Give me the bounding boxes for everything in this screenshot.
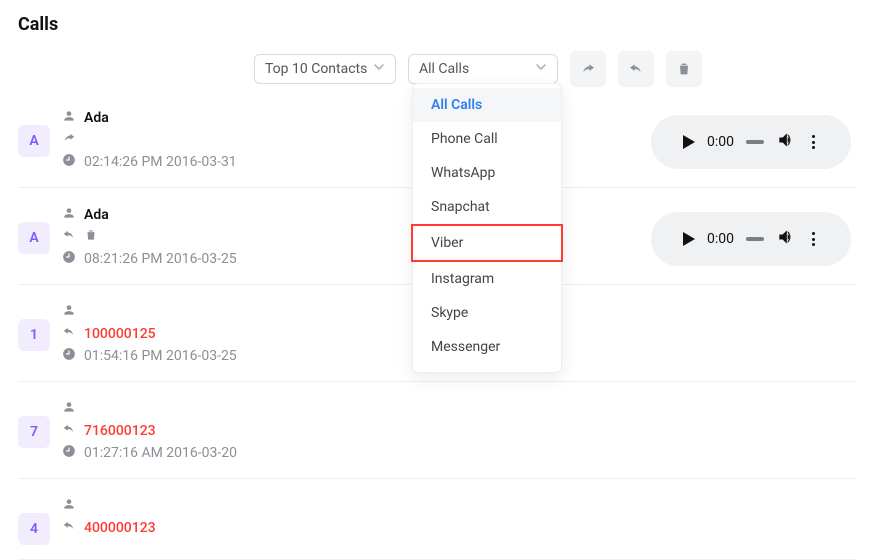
dropdown-item[interactable]: Instagram	[413, 262, 561, 296]
toolbar: Top 10 Contacts All Calls	[254, 51, 857, 87]
avatar: A	[18, 222, 50, 254]
chevron-down-icon	[535, 61, 547, 77]
call-info: Ada 02:14:26 PM 2016-03-31	[62, 107, 651, 173]
outgoing-filter-button[interactable]	[570, 51, 606, 87]
chevron-down-icon	[373, 61, 385, 77]
audio-progress[interactable]	[746, 237, 764, 241]
call-row: 4 400000123	[18, 479, 857, 560]
audio-time: 0:00	[707, 231, 734, 247]
avatar: 4	[18, 513, 50, 545]
incoming-arrow-icon	[62, 228, 76, 246]
dropdown-item[interactable]: Skype	[413, 296, 561, 330]
avatar: 1	[18, 319, 50, 351]
clock-icon	[62, 347, 76, 365]
filter-select[interactable]: All Calls	[408, 54, 558, 84]
dropdown-item[interactable]: Messenger	[413, 330, 561, 364]
contact-name: Ada	[84, 110, 109, 126]
incoming-filter-button[interactable]	[618, 51, 654, 87]
incoming-arrow-icon	[62, 519, 76, 537]
incoming-arrow-icon	[62, 422, 76, 440]
dropdown-item[interactable]: Viber	[411, 224, 563, 262]
trash-icon[interactable]	[84, 228, 98, 246]
play-icon[interactable]	[683, 135, 695, 149]
clock-icon	[62, 444, 76, 462]
contacts-select-label: Top 10 Contacts	[265, 61, 367, 77]
avatar: A	[18, 125, 50, 157]
person-icon	[62, 109, 76, 127]
dropdown-item[interactable]: Phone Call	[413, 122, 561, 156]
contact-name: Ada	[84, 207, 109, 223]
incoming-arrow-icon	[62, 325, 76, 343]
timestamp: 08:21:26 PM 2016-03-25	[84, 251, 237, 267]
call-info: 400000123	[62, 495, 857, 539]
dropdown-item[interactable]: Snapchat	[413, 190, 561, 224]
contact-number: 100000125	[84, 326, 156, 342]
outgoing-arrow-icon	[62, 131, 76, 149]
filter-select-label: All Calls	[419, 61, 469, 77]
avatar: 7	[18, 416, 50, 448]
more-menu-icon[interactable]	[808, 131, 819, 153]
person-icon	[62, 497, 76, 515]
timestamp: 02:14:26 PM 2016-03-31	[84, 154, 237, 170]
trash-filter-button[interactable]	[666, 51, 702, 87]
person-icon	[62, 206, 76, 224]
timestamp: 01:54:16 PM 2016-03-25	[84, 348, 237, 364]
play-icon[interactable]	[683, 232, 695, 246]
audio-player[interactable]: 0:00	[651, 115, 851, 169]
person-icon	[62, 303, 76, 321]
page-title: Calls	[18, 14, 857, 35]
volume-icon[interactable]	[776, 227, 796, 251]
person-icon	[62, 400, 76, 418]
contact-number: 716000123	[84, 423, 156, 439]
filter-dropdown[interactable]: All CallsPhone CallWhatsAppSnapchatViber…	[412, 83, 562, 373]
call-row: 7 716000123 01:27:16 AM 2016-03-20	[18, 382, 857, 479]
timestamp: 01:27:16 AM 2016-03-20	[84, 445, 237, 461]
contact-number: 400000123	[84, 520, 156, 536]
clock-icon	[62, 153, 76, 171]
audio-player[interactable]: 0:00	[651, 212, 851, 266]
contacts-select[interactable]: Top 10 Contacts	[254, 54, 396, 84]
audio-progress[interactable]	[746, 140, 764, 144]
clock-icon	[62, 250, 76, 268]
more-menu-icon[interactable]	[808, 228, 819, 250]
audio-time: 0:00	[707, 134, 734, 150]
dropdown-item[interactable]: All Calls	[413, 88, 561, 122]
volume-icon[interactable]	[776, 130, 796, 154]
dropdown-item[interactable]: WhatsApp	[413, 156, 561, 190]
call-info: 716000123 01:27:16 AM 2016-03-20	[62, 398, 857, 464]
